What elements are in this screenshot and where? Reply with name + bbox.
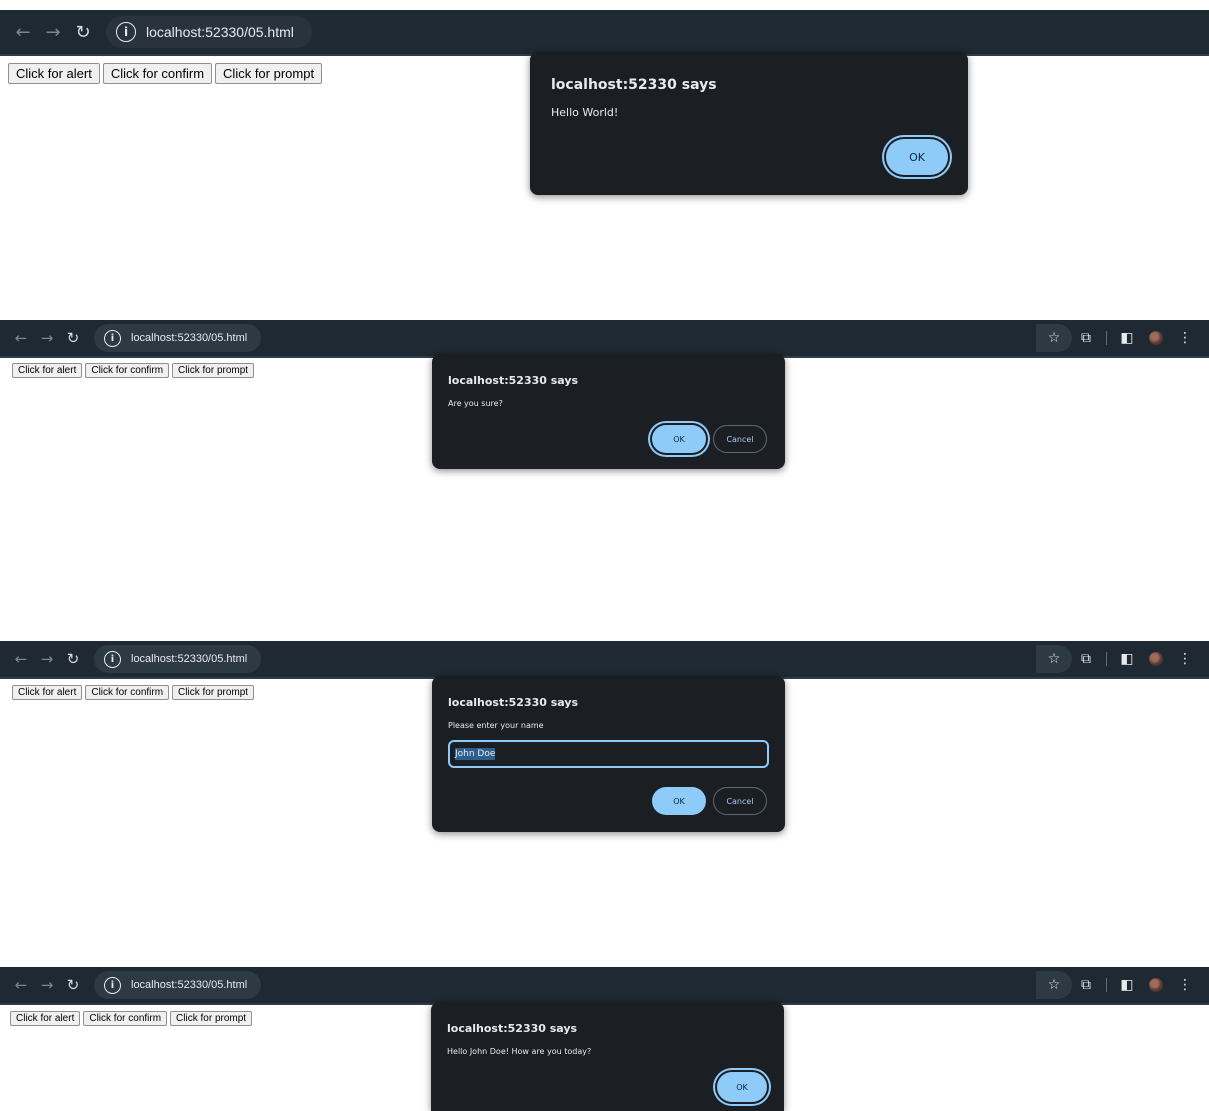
forward-arrow-icon[interactable]: → — [34, 650, 60, 668]
page-buttons: Click for alert Click for confirm Click … — [12, 363, 255, 378]
toolbar-divider — [1106, 652, 1107, 666]
bookmark-star-button[interactable]: ☆ — [1036, 324, 1072, 352]
confirm-button[interactable]: Click for confirm — [85, 685, 170, 700]
browser-toolbar: ← → ↻ i localhost:52330/05.html — [0, 10, 1209, 56]
puzzle-icon[interactable]: ⧉ — [1072, 977, 1100, 993]
prompt-button[interactable]: Click for prompt — [215, 63, 323, 84]
info-icon[interactable]: i — [104, 650, 121, 668]
prompt-dialog: localhost:52330 says Please enter your n… — [432, 676, 785, 832]
toolbar-right: ☆ ⧉ ◧ ⋮ — [1036, 645, 1199, 673]
alert-button[interactable]: Click for alert — [12, 363, 83, 378]
toolbar-divider — [1106, 978, 1107, 992]
browser-toolbar: ← → ↻ i localhost:52330/05.html ☆ ⧉ ◧ ⋮ — [0, 641, 1209, 679]
reload-icon[interactable]: ↻ — [60, 329, 86, 347]
confirm-button[interactable]: Click for confirm — [83, 1011, 168, 1026]
bookmark-star-button[interactable]: ☆ — [1036, 645, 1072, 673]
confirm-dialog: localhost:52330 says Are you sure? OK Ca… — [432, 354, 785, 469]
confirm-button[interactable]: Click for confirm — [85, 363, 170, 378]
alert-button[interactable]: Click for alert — [12, 685, 83, 700]
confirm-button[interactable]: Click for confirm — [102, 63, 213, 84]
address-bar[interactable]: i localhost:52330/05.html — [94, 645, 262, 673]
page-buttons: Click for alert Click for confirm Click … — [10, 1011, 253, 1026]
dialog-title: localhost:52330 says — [447, 1022, 578, 1035]
dialog-message: Please enter your name — [448, 721, 544, 730]
toolbar-right: ☆ ⧉ ◧ ⋮ — [1036, 971, 1199, 999]
forward-arrow-icon[interactable]: → — [34, 329, 60, 347]
star-icon: ☆ — [1047, 330, 1061, 346]
browser-panel-greeting: ← → ↻ i localhost:52330/05.html ☆ ⧉ ◧ ⋮ … — [0, 967, 1209, 1111]
toolbar-divider — [1106, 331, 1107, 345]
dialog-message: Hello John Doe! How are you today? — [447, 1047, 592, 1056]
dialog-message: Hello World! — [551, 106, 619, 119]
name-input[interactable]: John Doe — [448, 740, 769, 768]
page-buttons: Click for alert Click for confirm Click … — [12, 685, 255, 700]
alert-button[interactable]: Click for alert — [8, 63, 100, 84]
prompt-button[interactable]: Click for prompt — [172, 685, 255, 700]
url-text: localhost:52330/05.html — [131, 653, 248, 665]
reload-icon[interactable]: ↻ — [60, 650, 86, 668]
reload-icon[interactable]: ↻ — [68, 22, 98, 43]
forward-arrow-icon[interactable]: → — [34, 976, 60, 994]
input-selected-text: John Doe — [455, 748, 496, 760]
alert-button[interactable]: Click for alert — [10, 1011, 81, 1026]
profile-avatar-icon[interactable] — [1149, 331, 1163, 345]
side-panel-icon[interactable]: ◧ — [1113, 651, 1141, 667]
ok-button[interactable]: OK — [886, 139, 948, 175]
dialog-title: localhost:52330 says — [448, 374, 579, 387]
star-icon: ☆ — [1047, 977, 1061, 993]
toolbar-right: ☆ ⧉ ◧ ⋮ — [1036, 324, 1199, 352]
browser-panel-alert: ← → ↻ i localhost:52330/05.html Click fo… — [0, 10, 1209, 300]
side-panel-icon[interactable]: ◧ — [1113, 977, 1141, 993]
kebab-menu-icon[interactable]: ⋮ — [1171, 651, 1199, 667]
back-arrow-icon[interactable]: ← — [8, 976, 34, 994]
address-bar[interactable]: i localhost:52330/05.html — [94, 971, 262, 999]
browser-panel-confirm: ← → ↻ i localhost:52330/05.html ☆ ⧉ ◧ ⋮ … — [0, 320, 1209, 620]
info-icon[interactable]: i — [104, 329, 121, 347]
side-panel-icon[interactable]: ◧ — [1113, 330, 1141, 346]
forward-arrow-icon[interactable]: → — [38, 22, 68, 43]
ok-button[interactable]: OK — [652, 787, 706, 815]
browser-toolbar: ← → ↻ i localhost:52330/05.html ☆ ⧉ ◧ ⋮ — [0, 967, 1209, 1005]
browser-panel-prompt: ← → ↻ i localhost:52330/05.html ☆ ⧉ ◧ ⋮ … — [0, 641, 1209, 941]
greeting-alert-dialog: localhost:52330 says Hello John Doe! How… — [431, 1002, 784, 1111]
puzzle-icon[interactable]: ⧉ — [1072, 651, 1100, 667]
kebab-menu-icon[interactable]: ⋮ — [1171, 330, 1199, 346]
info-icon[interactable]: i — [116, 22, 136, 42]
dialog-title: localhost:52330 says — [551, 77, 717, 93]
puzzle-icon[interactable]: ⧉ — [1072, 330, 1100, 346]
page-buttons: Click for alert Click for confirm Click … — [8, 63, 323, 84]
info-icon[interactable]: i — [104, 976, 121, 994]
cancel-button[interactable]: Cancel — [713, 425, 767, 453]
back-arrow-icon[interactable]: ← — [8, 329, 34, 347]
profile-avatar-icon[interactable] — [1149, 978, 1163, 992]
prompt-button[interactable]: Click for prompt — [170, 1011, 253, 1026]
ok-button[interactable]: OK — [717, 1072, 767, 1102]
url-text: localhost:52330/05.html — [131, 979, 248, 991]
back-arrow-icon[interactable]: ← — [8, 22, 38, 43]
address-bar[interactable]: i localhost:52330/05.html — [106, 16, 312, 48]
alert-dialog: localhost:52330 says Hello World! OK — [530, 52, 968, 195]
url-text: localhost:52330/05.html — [146, 24, 294, 40]
profile-avatar-icon[interactable] — [1149, 652, 1163, 666]
reload-icon[interactable]: ↻ — [60, 976, 86, 994]
kebab-menu-icon[interactable]: ⋮ — [1171, 977, 1199, 993]
bookmark-star-button[interactable]: ☆ — [1036, 971, 1072, 999]
ok-button[interactable]: OK — [652, 425, 706, 453]
browser-toolbar: ← → ↻ i localhost:52330/05.html ☆ ⧉ ◧ ⋮ — [0, 320, 1209, 358]
star-icon: ☆ — [1047, 651, 1061, 667]
cancel-button[interactable]: Cancel — [713, 787, 767, 815]
prompt-button[interactable]: Click for prompt — [172, 363, 255, 378]
url-text: localhost:52330/05.html — [131, 332, 248, 344]
dialog-message: Are you sure? — [448, 399, 503, 408]
dialog-title: localhost:52330 says — [448, 696, 579, 709]
address-bar[interactable]: i localhost:52330/05.html — [94, 324, 262, 352]
back-arrow-icon[interactable]: ← — [8, 650, 34, 668]
